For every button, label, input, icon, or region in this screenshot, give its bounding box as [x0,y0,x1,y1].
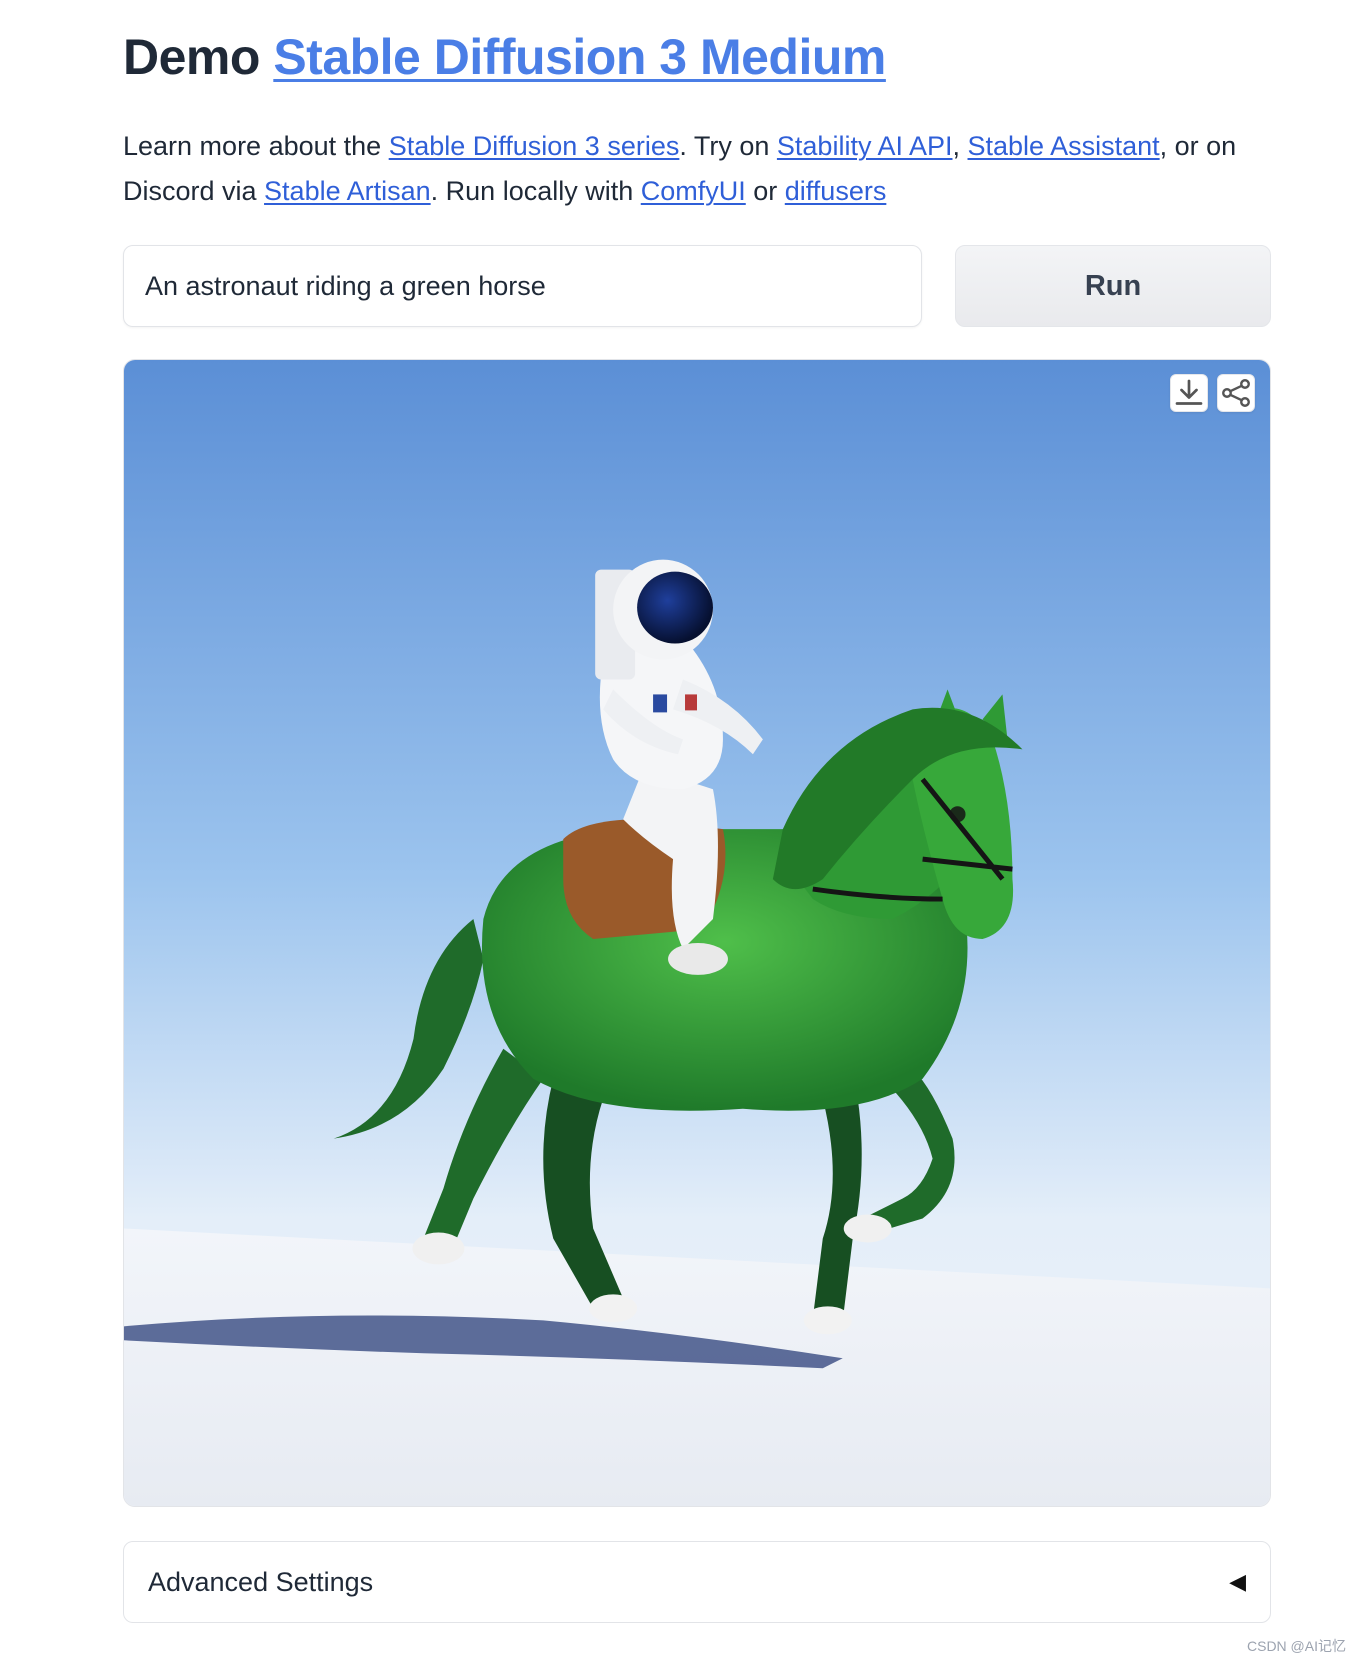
stable-assistant-link[interactable]: Stable Assistant [968,131,1160,161]
stable-artisan-link[interactable]: Stable Artisan [264,176,431,206]
share-button[interactable] [1217,374,1255,412]
advanced-settings-accordion[interactable]: Advanced Settings ◀ [123,1541,1271,1623]
download-button[interactable] [1170,374,1208,412]
stable-diffusion-3-medium-link[interactable]: Stable Diffusion 3 Medium [273,29,886,85]
intro-text-6: or [745,176,785,206]
page-title-prefix: Demo [123,29,274,85]
intro-text: Learn more about the Stable Diffusion 3 … [123,124,1283,214]
intro-text-1: Learn more about the [123,131,389,161]
sd3-series-link[interactable]: Stable Diffusion 3 series [389,131,680,161]
comfyui-link[interactable]: ComfyUI [641,176,746,206]
run-button[interactable]: Run [955,245,1271,327]
caret-left-icon: ◀ [1229,1569,1246,1594]
share-icon [1222,379,1250,407]
intro-text-2: . Try on [679,131,777,161]
watermark: CSDN @AI记忆 [1247,1638,1346,1654]
download-icon [1175,379,1203,405]
prompt-field[interactable] [123,245,922,327]
diffusers-link[interactable]: diffusers [785,176,887,206]
intro-text-3: , [952,131,968,161]
generated-image [123,359,1271,1507]
advanced-settings-label: Advanced Settings [148,1566,374,1597]
prompt-input[interactable] [124,246,921,326]
stability-api-link[interactable]: Stability AI API [777,131,953,161]
page-title: Demo Stable Diffusion 3 Medium [123,28,886,86]
intro-text-5: . Run locally with [430,176,641,206]
astronaut-on-green-horse-image [124,360,1270,1506]
